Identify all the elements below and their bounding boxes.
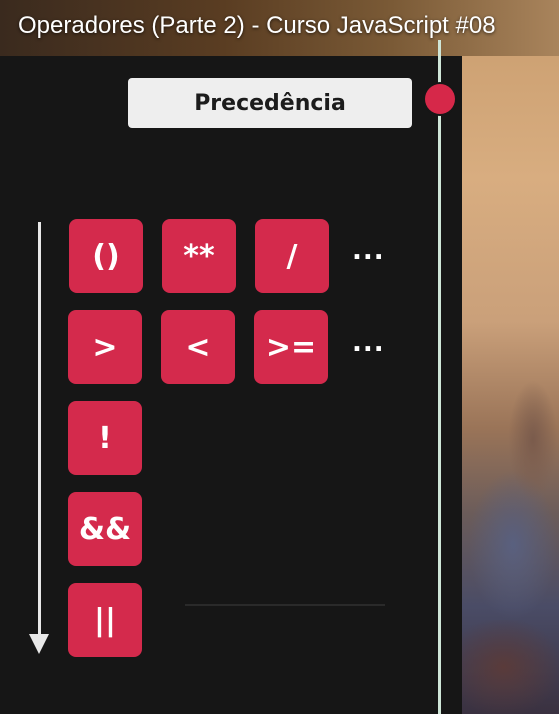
operator-label: < — [185, 329, 211, 365]
operator-label: && — [78, 511, 132, 547]
divider — [185, 604, 385, 606]
operator-tile: / — [255, 219, 329, 293]
more-operators-ellipsis: ... — [352, 328, 385, 358]
timeline-line — [438, 40, 441, 714]
more-operators-ellipsis: ... — [352, 236, 385, 266]
operator-label: / — [286, 238, 298, 274]
operator-tile: ! — [68, 401, 142, 475]
video-background — [448, 0, 559, 714]
background-blur — [508, 380, 558, 500]
video-title[interactable]: Operadores (Parte 2) - Curso JavaScript … — [0, 6, 559, 46]
operator-label: ** — [183, 238, 215, 274]
operator-tile: > — [68, 310, 142, 384]
operator-label: > — [92, 329, 118, 365]
precedence-arrow — [38, 222, 41, 640]
operator-tile: && — [68, 492, 142, 566]
operator-label: >= — [265, 329, 317, 365]
operator-tile: () — [69, 219, 143, 293]
operator-label: () — [92, 238, 120, 274]
operator-tile: < — [161, 310, 235, 384]
slide-heading: Precedência — [128, 78, 412, 128]
operator-tile: || — [68, 583, 142, 657]
arrow-down-icon — [29, 634, 49, 654]
background-blur — [448, 620, 559, 714]
slide-heading-label: Precedência — [194, 90, 346, 116]
operator-label: || — [94, 602, 116, 638]
operator-tile: >= — [254, 310, 328, 384]
timeline-dot-icon — [425, 84, 455, 114]
operator-label: ! — [98, 420, 112, 456]
operator-tile: ** — [162, 219, 236, 293]
